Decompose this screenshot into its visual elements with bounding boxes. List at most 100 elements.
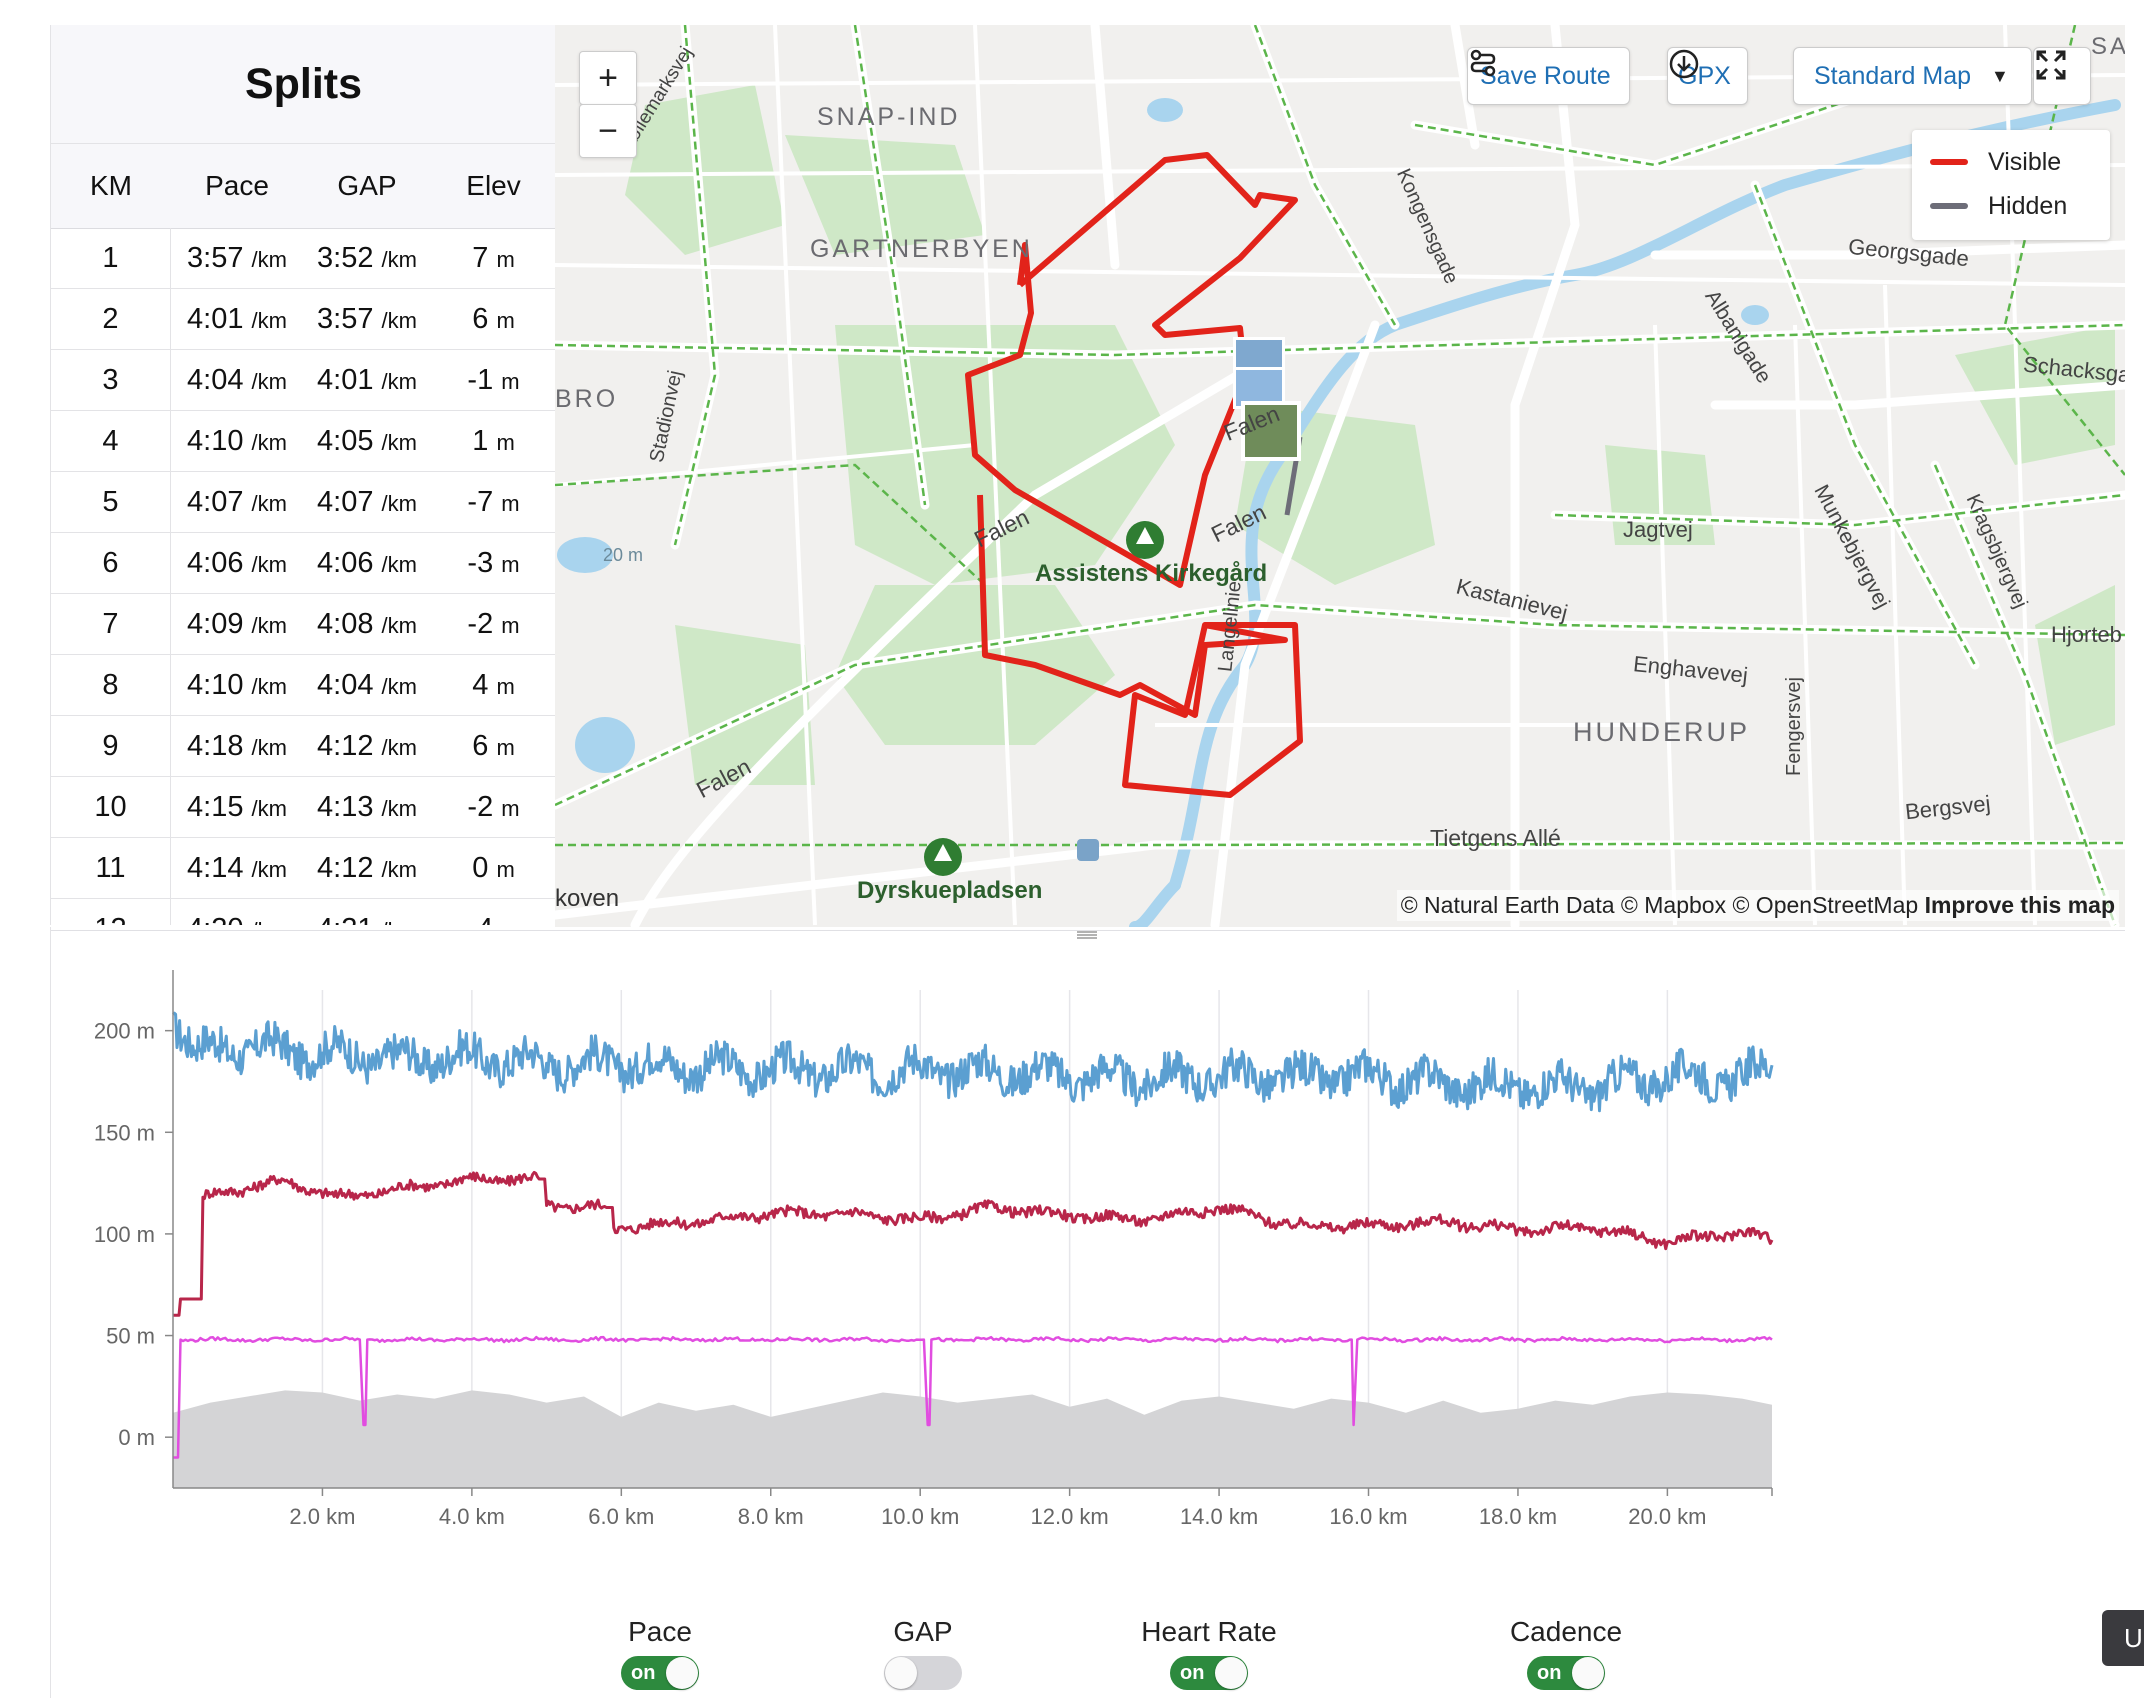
photo-thumb-2-img	[1236, 370, 1282, 406]
toggle-state-text: on	[1180, 1662, 1205, 1684]
split-pace: 3:57 /km	[171, 228, 303, 288]
map-canvas[interactable]	[555, 25, 2125, 927]
split-pace: 4:15 /km	[171, 777, 303, 837]
split-pace-unit: /km	[252, 918, 287, 925]
split-gap: 4:01 /km	[303, 350, 431, 410]
split-gap-unit: /km	[381, 857, 417, 882]
resize-grip-icon[interactable]	[1077, 930, 1097, 940]
x-tick-label: 8.0 km	[738, 1504, 804, 1529]
map-label-dyrskue: Dyrskuepladsen	[857, 877, 1043, 904]
pace-line	[171, 1011, 1774, 1113]
split-gap: 3:52 /km	[303, 228, 431, 288]
split-pace-unit: /km	[251, 735, 287, 760]
split-elev: -7 m	[431, 472, 556, 532]
toggle-label: Cadence	[1509, 1616, 1623, 1647]
split-km: 5	[51, 472, 171, 532]
split-elev: 6 m	[431, 716, 556, 776]
toggle-switch[interactable]: on	[1527, 1656, 1605, 1690]
split-km-value: 7	[102, 608, 119, 640]
splits-title: Splits	[244, 59, 363, 108]
split-row: 3 4:04 /km 4:01 /km -1 m	[51, 350, 556, 411]
split-gap-unit: /km	[381, 369, 417, 394]
split-elev-unit: m	[496, 430, 515, 455]
split-gap: 4:13 /km	[303, 777, 431, 837]
split-km-value: 12	[94, 913, 126, 925]
split-gap: 3:57 /km	[303, 289, 431, 349]
toggle-cadence: Cadence on	[1466, 1616, 1666, 1690]
split-pace: 4:20 /km	[171, 899, 303, 925]
split-gap-value: 3:52	[317, 242, 374, 274]
split-gap: 4:07 /km	[303, 472, 431, 532]
splits-header: Splits	[51, 25, 556, 144]
split-gap-unit: /km	[381, 430, 417, 455]
split-pace: 4:01 /km	[171, 289, 303, 349]
map-label-contour: 20 m	[603, 545, 644, 565]
split-km: 9	[51, 716, 171, 776]
heart-rate-line	[173, 1170, 1774, 1317]
split-km: 4	[51, 411, 171, 471]
split-pace: 4:09 /km	[171, 594, 303, 654]
split-elev-unit: m	[501, 613, 520, 638]
split-pace-unit: /km	[251, 369, 287, 394]
river-south	[1129, 879, 1181, 927]
split-elev-value: 6	[472, 730, 489, 762]
toggle-state-text: on	[631, 1662, 656, 1684]
split-km-value: 9	[102, 730, 119, 762]
split-pace: 4:07 /km	[171, 472, 303, 532]
split-elev-unit: m	[501, 918, 519, 925]
split-km-value: 11	[95, 852, 126, 884]
split-gap-value: 4:04	[317, 669, 374, 701]
zoom-in-button[interactable]: +	[579, 51, 637, 105]
split-gap-unit: /km	[381, 796, 417, 821]
toggle-pace: Pace on	[560, 1616, 760, 1690]
split-pace: 4:06 /km	[171, 533, 303, 593]
split-gap-value: 3:57	[317, 303, 374, 335]
map-style-dropdown[interactable]: Standard Map ▼	[1793, 47, 2032, 105]
split-gap: 4:06 /km	[303, 533, 431, 593]
splits-table-body: 1 3:57 /km 3:52 /km 7 m 2 4:01 /km 3:57 /km 6 m…	[51, 228, 556, 925]
toggle-gap: GAP	[823, 1616, 1023, 1690]
split-pace-value: 4:06	[187, 547, 244, 579]
map-label-fengersvej: Fengersvej	[1782, 677, 1805, 776]
split-gap: 4:08 /km	[303, 594, 431, 654]
split-km-value: 3	[102, 364, 119, 396]
toggle-state-text: on	[1537, 1662, 1562, 1684]
split-elev: -3 m	[431, 533, 556, 593]
toggle-label: Heart Rate	[1141, 1616, 1277, 1647]
save-route-button[interactable]: Save Route	[1467, 47, 1630, 105]
split-pace-value: 4:07	[187, 486, 244, 518]
split-km: 7	[51, 594, 171, 654]
minor-road-9	[555, 263, 2125, 287]
split-pace: 4:14 /km	[171, 838, 303, 898]
map-label-jagtvej: Jagtvej	[1623, 517, 1693, 542]
route-map[interactable]: SNAP-IND GARTNERBYEN BRO HUNDERUP Assist…	[555, 25, 2125, 927]
activity-chart[interactable]: 2.0 km 4.0 km 6.0 km 8.0 km 10.0 km 12.0 km 14…	[50, 960, 1850, 1540]
toggle-knob	[1215, 1657, 1247, 1689]
split-elev-unit: m	[501, 491, 520, 516]
zoom-out-button[interactable]: −	[579, 104, 637, 158]
split-pace: 4:04 /km	[171, 350, 303, 410]
split-pace-value: 4:10	[187, 669, 244, 701]
split-gap-unit: /km	[381, 613, 417, 638]
x-tick-label: 18.0 km	[1479, 1504, 1557, 1529]
pond-4	[1741, 305, 1769, 325]
photo-thumbnails[interactable]	[1233, 337, 1301, 461]
y-tick-label: 50 m	[106, 1324, 155, 1349]
toggle-switch[interactable]: on	[1170, 1656, 1248, 1690]
toggle-switch[interactable]: on	[621, 1656, 699, 1690]
legend-visible-label: Visible	[1988, 147, 2062, 176]
split-elev: 6 m	[431, 289, 556, 349]
split-pace-unit: /km	[251, 674, 287, 699]
split-gap-unit: /km	[381, 247, 417, 272]
split-elev: 7 m	[431, 228, 556, 288]
split-pace-value: 4:04	[187, 364, 244, 396]
map-style-label: Standard Map	[1814, 61, 1972, 90]
toggle-switch[interactable]	[884, 1656, 962, 1690]
fullscreen-button[interactable]	[2033, 47, 2091, 105]
improve-map-link[interactable]: Improve this map	[1925, 892, 2115, 918]
split-gap-unit: /km	[381, 491, 417, 516]
corner-button[interactable]: U	[2102, 1610, 2144, 1666]
split-km: 6	[51, 533, 171, 593]
gpx-download-button[interactable]: GPX	[1667, 47, 1748, 105]
column-elev: Elev	[466, 170, 521, 201]
